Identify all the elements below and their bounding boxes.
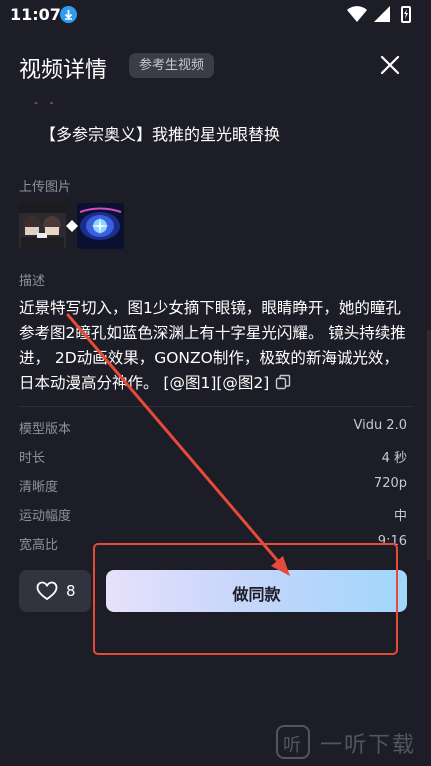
video-detail-screen: 11:07 视频详情 参考生视频 - - 【多参宗奥义】我推的星光眼替换 上传图… — [0, 0, 431, 766]
watermark: 听 一听下载 — [272, 721, 422, 761]
watermark-logo-icon: 听 — [276, 725, 310, 759]
annotation-arrow — [66, 313, 290, 576]
watermark-text: 一听下载 — [320, 733, 417, 758]
